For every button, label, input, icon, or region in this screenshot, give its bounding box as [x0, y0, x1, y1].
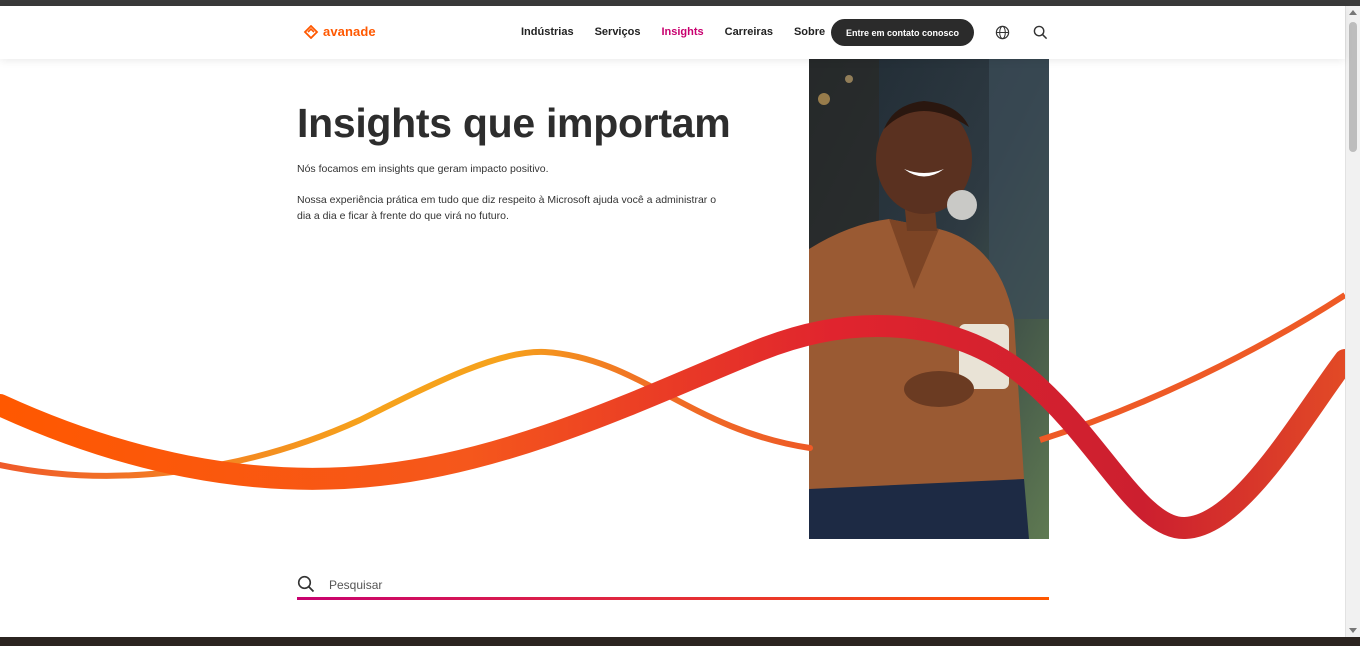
- nav-item-carreiras[interactable]: Carreiras: [725, 26, 773, 38]
- page-title: Insights que importam: [297, 100, 731, 146]
- main-nav: Indústrias Serviços Insights Carreiras S…: [521, 26, 846, 38]
- globe-icon[interactable]: [995, 25, 1010, 40]
- scroll-thumb[interactable]: [1349, 22, 1357, 152]
- site-header: avanade Indústrias Serviços Insights Car…: [0, 6, 1345, 59]
- scrollbar[interactable]: [1345, 6, 1360, 637]
- search-icon: [297, 575, 315, 593]
- insights-search: [297, 572, 1049, 600]
- scroll-up-icon[interactable]: [1349, 10, 1357, 15]
- search-input[interactable]: [327, 574, 1031, 596]
- hero-intro: Nós focamos em insights que geram impact…: [297, 163, 549, 175]
- logo-text: avanade: [323, 24, 376, 39]
- nav-item-servicos[interactable]: Serviços: [595, 26, 641, 38]
- nav-item-sobre[interactable]: Sobre: [794, 26, 825, 38]
- contact-button[interactable]: Entre em contato conosco: [831, 19, 974, 46]
- hero-photo: [809, 59, 1049, 539]
- taskbar-edge: [0, 637, 1360, 646]
- search-underline: [297, 597, 1049, 600]
- logo[interactable]: avanade: [303, 24, 376, 39]
- nav-item-insights[interactable]: Insights: [661, 26, 703, 38]
- nav-item-industrias[interactable]: Indústrias: [521, 26, 574, 38]
- hero-description: Nossa experiência prática em tudo que di…: [297, 194, 717, 222]
- search-icon[interactable]: [1033, 25, 1048, 40]
- scroll-down-icon[interactable]: [1349, 628, 1357, 633]
- decorative-waves: [0, 292, 1345, 539]
- avanade-logo-icon: [303, 24, 319, 39]
